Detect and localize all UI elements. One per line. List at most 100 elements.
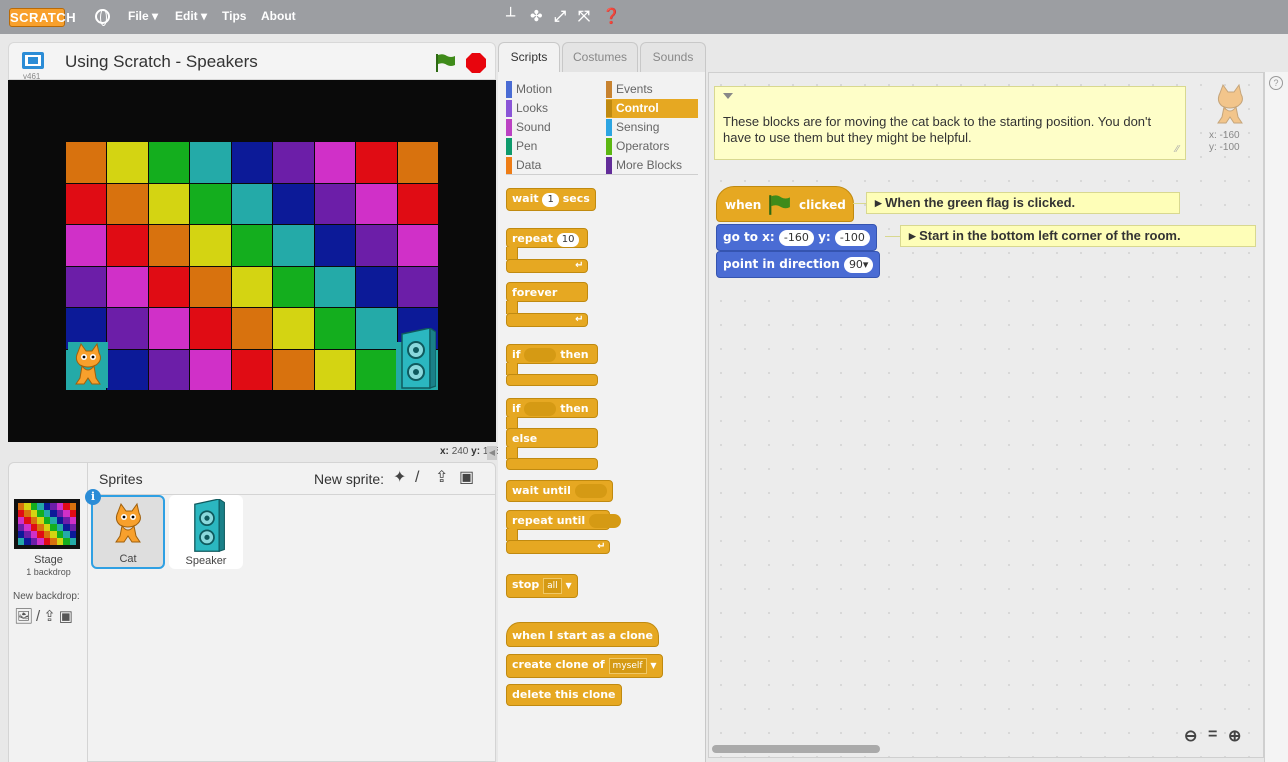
boolean-slot[interactable] [589,514,622,528]
block-text: forever [512,286,558,299]
green-flag-icon[interactable] [434,53,456,73]
block-text: then [560,402,589,415]
c-block-foot [506,458,598,470]
block-stop[interactable]: stop all ▼ [506,574,578,598]
category-looks[interactable]: Looks [506,99,598,118]
grid-cell [190,266,231,307]
block-repeat-until[interactable]: repeat until [506,510,622,530]
tab-scripts[interactable]: Scripts [498,42,560,73]
x-input[interactable]: -160 [778,230,814,246]
block-palette: Motion Looks Sound Pen Data Events Contr… [498,72,706,762]
script-area[interactable] [708,72,1264,758]
speaker-sprite-icon[interactable] [396,328,436,390]
category-data[interactable]: Data [506,156,598,175]
sprite-thumb-speaker[interactable]: Speaker [169,495,243,569]
category-sensing[interactable]: Sensing [606,118,698,137]
language-globe-icon[interactable] [95,9,110,26]
category-motion[interactable]: Motion [506,80,598,99]
category-events[interactable]: Events [606,80,698,99]
fullscreen-icon[interactable] [22,52,44,69]
block-if-then-else[interactable]: if then [506,398,598,418]
grid-cell [356,225,397,266]
stop-option-dropdown[interactable]: all [543,578,562,594]
stop-icon[interactable] [466,53,486,73]
grid-cell [66,142,107,183]
project-title[interactable]: Using Scratch - Speakers [65,52,258,72]
block-repeat[interactable]: repeat 10 [506,228,588,248]
paint-sprite-icon[interactable]: / [415,469,419,487]
grid-cell [397,266,438,307]
y-input[interactable]: -100 [834,230,870,246]
sprite-info-icon[interactable]: i [85,489,101,505]
tab-sounds[interactable]: Sounds [640,42,706,72]
block-text: if [512,348,521,361]
zoom-out-icon[interactable]: ⊖ [1184,726,1197,746]
boolean-slot[interactable] [574,484,607,498]
backdrop-library-icon[interactable]: 🖼 [14,608,36,625]
comment-resize-icon[interactable]: ∕∕ [1176,144,1179,155]
grid-cell [190,142,231,183]
block-wait-secs[interactable]: wait 1 secs [506,188,596,211]
grid-cell [356,308,397,349]
category-color-bar [506,100,512,117]
category-pen[interactable]: Pen [506,137,598,156]
category-operators[interactable]: Operators [606,137,698,156]
category-control[interactable]: Control [606,99,698,118]
sprite-library-icon[interactable]: ✦ [393,469,406,487]
collapse-stage-arrow-icon[interactable]: ◀ [487,446,497,460]
sprite-position: x: -160 y: -100 [1209,130,1240,154]
shrink-icon[interactable]: ⤧ [578,9,590,24]
scratch-logo[interactable]: SCRATCH [9,8,76,27]
boolean-slot[interactable] [524,402,557,416]
category-sound[interactable]: Sound [506,118,598,137]
block-if-then[interactable]: if then [506,344,598,364]
horizontal-scrollbar[interactable] [712,745,880,753]
camera-backdrop-icon[interactable]: ▣ [59,608,76,625]
zoom-in-icon[interactable]: ⊕ [1228,726,1241,746]
inline-comment-start[interactable]: ▸ Start in the bottom left corner of the… [900,225,1256,247]
block-wait-until[interactable]: wait until [506,480,613,502]
block-when-flag-clicked[interactable]: when clicked [716,186,854,222]
cat-sprite-icon[interactable] [68,342,108,388]
grid-cell [273,266,314,307]
delete-scissors-icon[interactable]: ✤ [530,9,543,24]
upload-sprite-icon[interactable]: ⇪ [435,469,448,487]
direction-input[interactable]: 90▾ [843,257,874,273]
upload-backdrop-icon[interactable]: ⇪ [43,608,59,625]
block-go-to-xy[interactable]: go to x: -160 y: -100 [716,224,877,251]
clone-target-dropdown[interactable]: myself [608,658,647,674]
block-delete-clone[interactable]: delete this clone [506,684,622,706]
tab-costumes[interactable]: Costumes [562,42,638,72]
category-color-bar [506,81,512,98]
sprite-thumb-cat[interactable]: i Cat [85,489,165,569]
help-icon[interactable]: ? [1269,76,1283,90]
zoom-reset-icon[interactable]: = [1208,726,1217,744]
stage-canvas[interactable] [8,80,496,442]
block-number-input[interactable]: 10 [556,233,580,247]
menu-edit[interactable]: Edit ▾ [175,9,207,23]
stage-thumbnail[interactable] [14,499,80,549]
block-number-input[interactable]: 1 [542,193,559,207]
menu-tips[interactable]: Tips [222,9,246,23]
block-text: then [560,348,589,361]
comment-collapse-icon[interactable] [723,93,733,99]
inline-comment-flag[interactable]: ▸ When the green flag is clicked. [866,192,1180,214]
script-comment[interactable]: These blocks are for moving the cat back… [714,86,1186,160]
duplicate-stamp-icon[interactable]: ┴ [506,9,515,24]
block-forever[interactable]: forever [506,282,588,302]
block-create-clone[interactable]: create clone of myself ▼ [506,654,663,678]
menu-file[interactable]: File ▾ [128,9,158,23]
block-point-in-direction[interactable]: point in direction 90▾ [716,251,881,278]
block-when-clone[interactable]: when I start as a clone [506,622,659,647]
mini-grid-cell [69,524,76,531]
grid-cell [356,183,397,224]
grow-icon[interactable]: ⤢ [554,9,566,24]
category-color-bar [506,138,512,155]
comment-text: Start in the bottom left corner of the r… [919,228,1181,243]
boolean-slot[interactable] [524,348,557,362]
help-question-icon[interactable]: ❓ [602,9,621,24]
category-more-blocks[interactable]: More Blocks [606,156,698,175]
menu-about[interactable]: About [261,9,296,23]
block-else-label: else [506,428,598,448]
camera-sprite-icon[interactable]: ▣ [459,469,474,487]
